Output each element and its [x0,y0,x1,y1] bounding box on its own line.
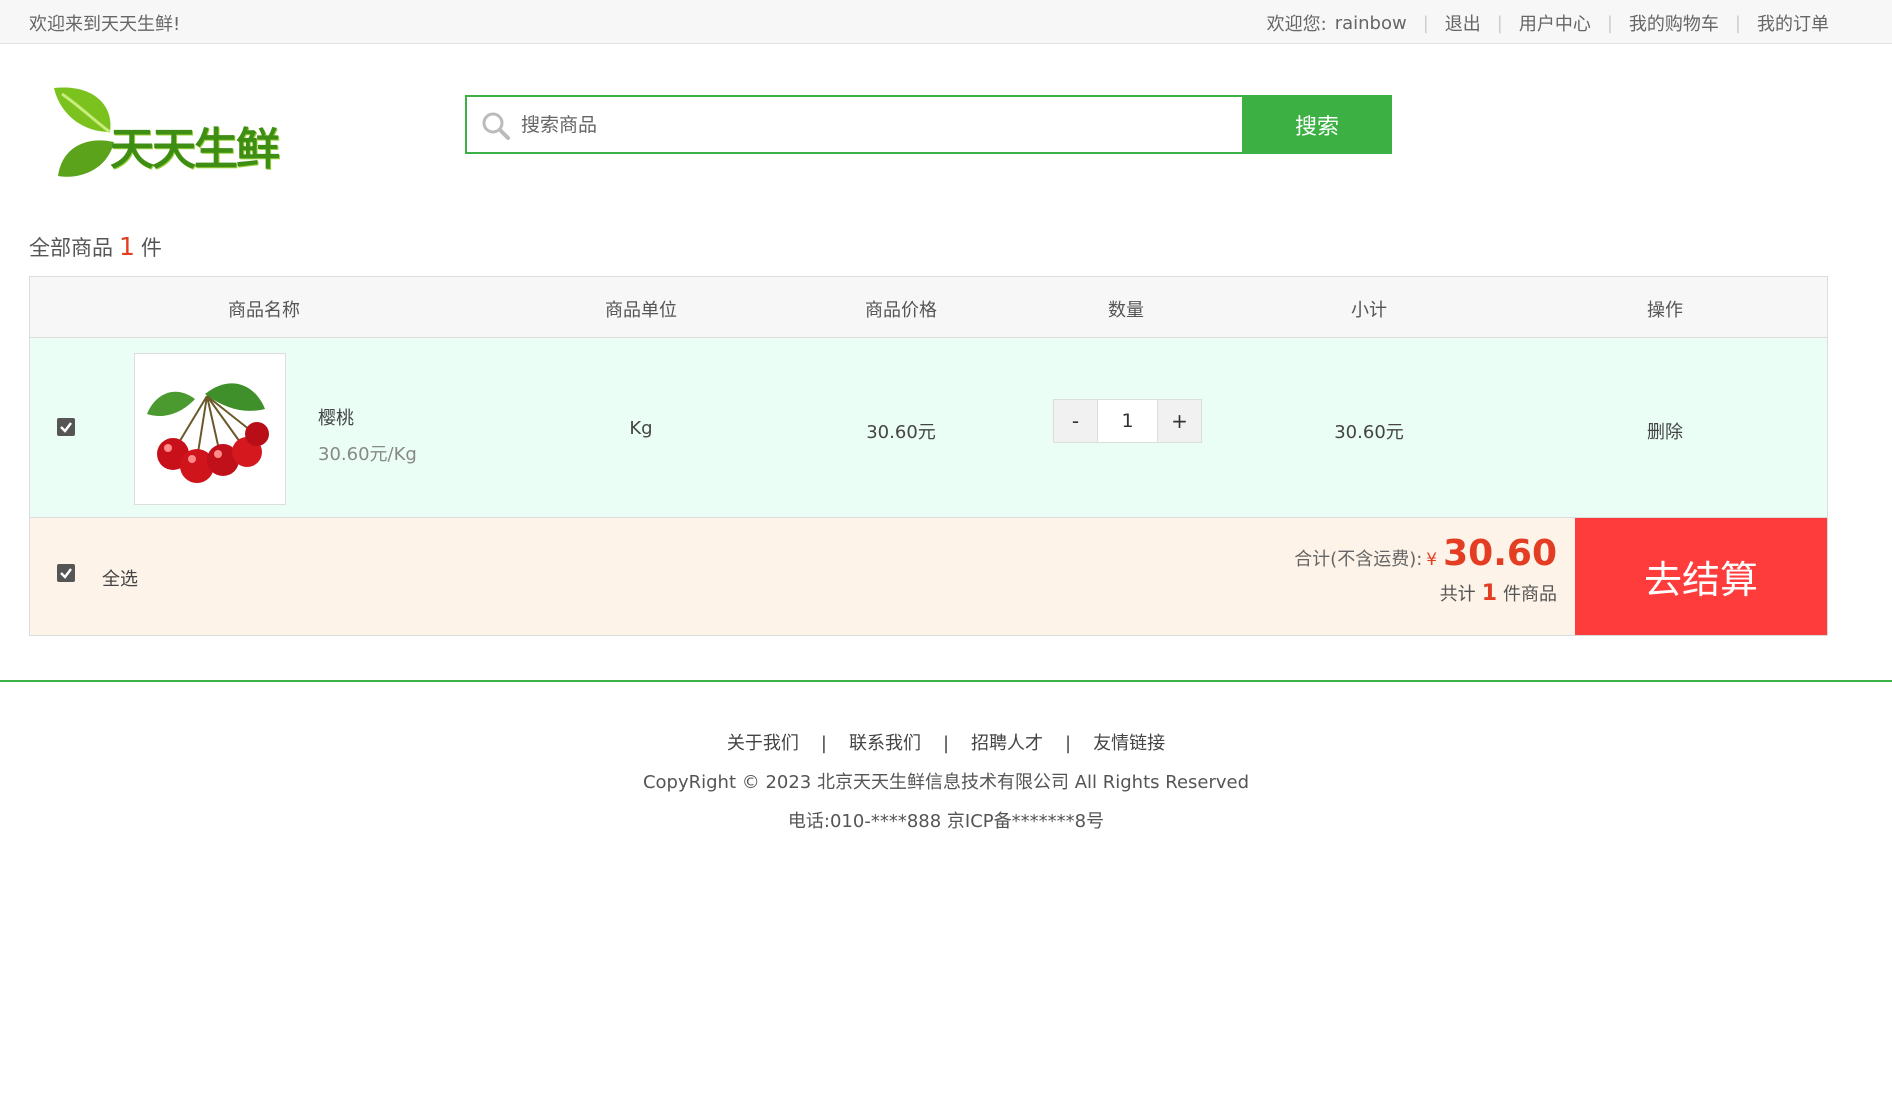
product-image[interactable] [134,353,286,505]
divider: | [1734,12,1741,34]
user-center-link[interactable]: 用户中心 [1519,10,1591,36]
quantity-input[interactable]: 1 [1098,399,1157,443]
select-all-checkbox[interactable] [57,564,75,582]
currency-symbol: ¥ [1426,550,1438,570]
item-subtotal: 30.60元 [1334,422,1404,443]
friend-links-link[interactable]: 友情链接 [1093,733,1165,754]
about-us-link[interactable]: 关于我们 [727,733,799,754]
careers-link[interactable]: 招聘人才 [971,733,1043,754]
cart-count-line: 全部商品 1 件 [29,232,162,262]
top-bar: 欢迎来到天天生鲜! 欢迎您: rainbow | 退出 | 用户中心 | 我的购… [0,0,1892,44]
quantity-plus-button[interactable]: + [1157,399,1202,443]
checkout-button[interactable]: 去结算 [1575,518,1827,635]
column-header: 商品名称 [228,300,300,321]
quantity-minus-button[interactable]: - [1053,399,1098,443]
cart-total: 合计(不含运费): ¥ 30.60 共计 1 件商品 [1294,533,1557,606]
column-header: 商品价格 [865,300,937,321]
column-header: 操作 [1647,300,1683,321]
footer-divider [0,680,1892,682]
search-button[interactable]: 搜索 [1242,95,1392,154]
my-orders-link[interactable]: 我的订单 [1757,10,1829,36]
total-label: 合计(不含运费): [1294,549,1423,570]
divider: | [1422,12,1429,34]
cart-table-header: 商品名称 商品单位 商品价格 数量 小计 操作 [30,277,1827,338]
search-field [467,97,1242,152]
item-checkbox[interactable] [57,418,75,436]
username: rainbow [1334,12,1407,34]
column-header: 数量 [1108,300,1144,321]
divider: | [1065,733,1072,754]
logout-link[interactable]: 退出 [1445,10,1481,36]
contact-info: 电话:010-****888 京ICP备*******8号 [787,811,1105,832]
welcome-text: 欢迎来到天天生鲜! [29,14,181,35]
select-all-label[interactable]: 全选 [102,565,138,591]
user-nav: 欢迎您: rainbow | 退出 | 用户中心 | 我的购物车 | 我的订单 [1267,10,1829,36]
footer-links: 关于我们 | 联系我们 | 招聘人才 | 友情链接 [0,729,1892,755]
copyright-text: CopyRight © 2023 北京天天生鲜信息技术有限公司 All Righ… [642,772,1250,793]
cart-item-row: 樱桃 30.60元/Kg Kg 30.60元 - 1 + 30.60元 删除 [30,338,1827,518]
product-price: 30.60元 [866,422,936,443]
cart-count-suffix: 件 [140,236,162,260]
column-header: 商品单位 [605,300,677,321]
search-icon [482,112,510,140]
delete-link[interactable]: 删除 [1647,418,1683,444]
search-input[interactable] [467,97,1242,152]
my-cart-link[interactable]: 我的购物车 [1629,10,1719,36]
divider: | [1496,12,1503,34]
divider: | [1606,12,1613,34]
total-amount: 30.60 [1443,533,1557,574]
cherry-image-icon [147,383,269,483]
contact-us-link[interactable]: 联系我们 [849,733,921,754]
greeting-label: 欢迎您: [1266,14,1327,35]
search-bar: 搜索 [465,95,1392,154]
total-count-prefix: 共计 [1439,584,1476,605]
cart-table: 商品名称 商品单位 商品价格 数量 小计 操作 樱桃 30.60元/Kg Kg … [29,276,1828,636]
product-unit: Kg [629,418,653,439]
total-count-suffix: 件商品 [1503,584,1557,605]
divider: | [942,733,950,754]
check-icon [60,568,72,579]
cart-count: 1 [119,232,135,261]
product-unit-price: 30.60元/Kg [318,444,417,465]
column-header: 小计 [1351,300,1387,321]
check-icon [60,422,72,433]
divider: | [820,733,827,754]
quantity-stepper: - 1 + [1053,399,1202,443]
product-name[interactable]: 樱桃 [318,404,354,430]
cart-summary-row: 全选 合计(不含运费): ¥ 30.60 共计 1 件商品 去结算 [30,518,1827,635]
logo-text: 天天生鲜 [110,124,280,175]
total-count: 1 [1481,581,1497,606]
cart-count-prefix: 全部商品 [29,236,113,260]
